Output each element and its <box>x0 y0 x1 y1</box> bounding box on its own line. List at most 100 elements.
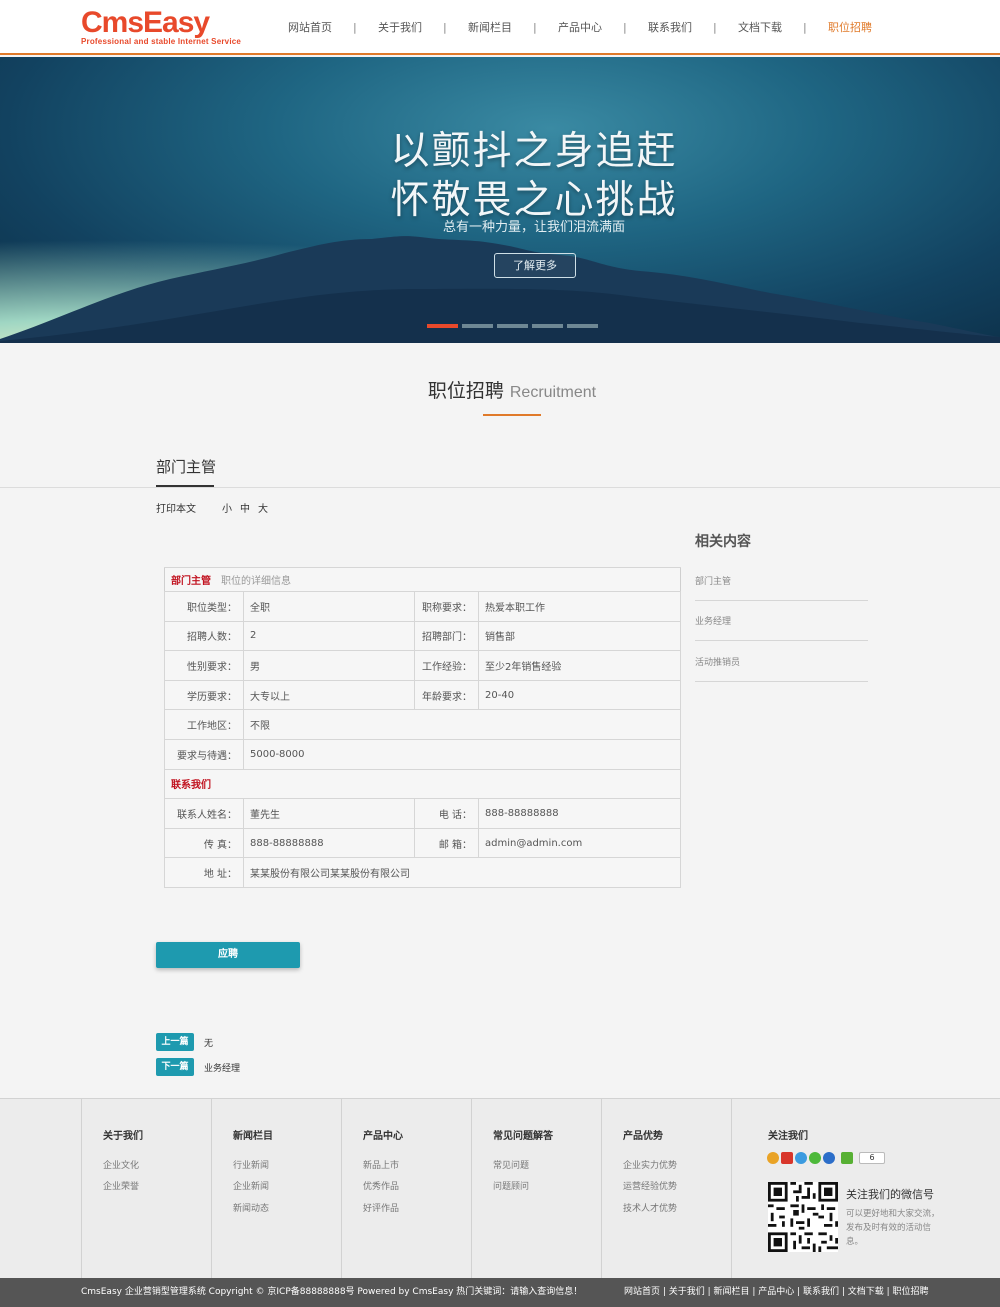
footer-column-title: 产品优势 <box>623 1131 663 1142</box>
field-value: 不限 <box>243 709 681 740</box>
share-count: 6 <box>859 1152 885 1164</box>
footer-link[interactable]: 技术人才优势 <box>623 1201 677 1214</box>
related-title: 相关内容 <box>695 534 751 550</box>
renren-icon[interactable] <box>823 1152 835 1164</box>
prev-label[interactable]: 上一篇 <box>156 1033 194 1051</box>
footer-column-products: 产品中心 新品上市 优秀作品 好评作品 <box>341 1099 471 1279</box>
field-label: 职位类型： <box>164 591 244 622</box>
field-label: 工作地区： <box>164 709 244 740</box>
field-value: 董先生 <box>243 798 415 829</box>
section-title: 职位招聘 Recruitment <box>0 376 1000 403</box>
footer-link[interactable]: 企业文化 <box>103 1158 139 1171</box>
field-value: 全职 <box>243 591 415 622</box>
apply-button[interactable]: 应聘 <box>156 942 300 968</box>
footer-column-title: 产品中心 <box>363 1131 403 1142</box>
footer-column-news: 新闻栏目 行业新闻 企业新闻 新闻动态 <box>211 1099 341 1279</box>
site-header: CmsEasy Professional and stable Internet… <box>0 0 1000 55</box>
section-underline <box>483 414 541 416</box>
logo-wordmark: CmsEasy <box>81 6 210 39</box>
bottom-nav-links[interactable]: 网站首页 | 关于我们 | 新闻栏目 | 产品中心 | 联系我们 | 文档下载 … <box>624 1278 929 1307</box>
footer-link[interactable]: 好评作品 <box>363 1201 399 1214</box>
wechat-icon[interactable] <box>809 1152 821 1164</box>
table-row: 要求与待遇： 5000-8000 <box>164 738 681 770</box>
table-row: 联系我们 <box>164 768 681 800</box>
learn-more-button[interactable]: 了解更多 <box>494 253 576 278</box>
footer-column-title: 新闻栏目 <box>233 1131 273 1142</box>
related-item[interactable]: 活动推销员 <box>695 655 868 682</box>
footer-link[interactable]: 新闻动态 <box>233 1201 269 1214</box>
wechat-qr-code <box>768 1182 838 1252</box>
related-item[interactable]: 部门主管 <box>695 574 868 601</box>
font-large-link[interactable]: 大 <box>258 500 268 515</box>
nav-jobs[interactable]: 职位招聘 <box>805 18 895 38</box>
footer-column-title: 关注我们 <box>768 1131 808 1142</box>
field-value: 某某股份有限公司某某股份有限公司 <box>243 857 681 888</box>
nav-home[interactable]: 网站首页 <box>265 18 355 38</box>
hero-banner: 以颤抖之身追赶 怀敬畏之心挑战 总有一种力量，让我们泪流满面 了解更多 <box>0 57 1000 343</box>
tencent-weibo-icon[interactable] <box>795 1152 807 1164</box>
banner-subtitle: 总有一种力量，让我们泪流满面 <box>442 220 625 235</box>
table-row: 传 真： 888-88888888 邮 箱： admin@admin.com <box>164 827 681 859</box>
footer-link[interactable]: 行业新闻 <box>233 1158 269 1171</box>
table-row: 职位类型： 全职 职称要求： 热爱本职工作 <box>164 591 681 622</box>
field-value: 2 <box>243 620 415 652</box>
field-label: 招聘人数： <box>164 620 244 652</box>
table-row: 招聘人数： 2 招聘部门： 销售部 <box>164 620 681 652</box>
banner-title-line1: 以颤抖之身追赶 <box>390 129 678 174</box>
nav-news[interactable]: 新闻栏目 <box>445 18 535 38</box>
footer-column-advantages: 产品优势 企业实力优势 运营经验优势 技术人才优势 <box>601 1099 731 1279</box>
slider-dot-3[interactable] <box>497 324 528 328</box>
site-logo[interactable]: CmsEasy Professional and stable Internet… <box>81 6 241 47</box>
field-value: 20-40 <box>478 679 681 711</box>
font-medium-link[interactable]: 中 <box>240 500 250 515</box>
field-label: 职称要求： <box>414 591 479 622</box>
wechat-qr-title: 关注我们的微信号 <box>846 1188 934 1201</box>
field-value: 销售部 <box>478 620 681 652</box>
slider-dot-2[interactable] <box>462 324 493 328</box>
field-label: 性别要求： <box>164 650 244 681</box>
footer-column-title: 关于我们 <box>103 1131 143 1142</box>
field-label: 学历要求： <box>164 679 244 711</box>
field-label: 邮 箱： <box>414 827 479 859</box>
slider-dot-4[interactable] <box>532 324 563 328</box>
footer-link[interactable]: 问题顾问 <box>493 1179 529 1192</box>
footer-link[interactable]: 常见问题 <box>493 1158 529 1171</box>
related-item[interactable]: 业务经理 <box>695 614 868 641</box>
footer-link[interactable]: 企业荣誉 <box>103 1179 139 1192</box>
footer-link[interactable]: 新品上市 <box>363 1158 399 1171</box>
next-article: 下一篇 业务经理 <box>156 1058 240 1076</box>
nav-downloads[interactable]: 文档下载 <box>715 18 805 38</box>
font-small-link[interactable]: 小 <box>222 500 232 515</box>
nav-products[interactable]: 产品中心 <box>535 18 625 38</box>
more-share-icon[interactable] <box>841 1152 853 1164</box>
page-title: 部门主管 <box>156 458 217 476</box>
footer-link[interactable]: 企业实力优势 <box>623 1158 677 1171</box>
footer-column-about: 关于我们 企业文化 企业荣誉 <box>81 1099 211 1279</box>
field-value: 男 <box>243 650 415 681</box>
print-link[interactable]: 打印本文 <box>156 500 196 515</box>
footer-link[interactable]: 企业新闻 <box>233 1179 269 1192</box>
footer-link[interactable]: 优秀作品 <box>363 1179 399 1192</box>
footer-link[interactable]: 运营经验优势 <box>623 1179 677 1192</box>
field-value: 888-88888888 <box>478 798 681 829</box>
contact-heading: 联系我们 <box>171 780 211 792</box>
weibo-icon[interactable] <box>781 1152 793 1164</box>
table-row: 学历要求： 大专以上 年龄要求： 20-40 <box>164 679 681 711</box>
next-label[interactable]: 下一篇 <box>156 1058 194 1076</box>
qzone-icon[interactable] <box>767 1152 779 1164</box>
job-detail-table: 部门主管 职位的详细信息 职位类型： 全职 职称要求： 热爱本职工作 招聘人数： … <box>164 567 681 888</box>
nav-about[interactable]: 关于我们 <box>355 18 445 38</box>
nav-contact[interactable]: 联系我们 <box>625 18 715 38</box>
field-value: 5000-8000 <box>243 738 681 770</box>
section-title-cn: 职位招聘 <box>427 380 504 402</box>
field-value: 至少2年销售经验 <box>478 650 681 681</box>
slider-dot-5[interactable] <box>567 324 598 328</box>
field-label: 要求与待遇： <box>164 738 244 770</box>
section-title-en: Recruitment <box>509 384 597 401</box>
table-row: 地 址： 某某股份有限公司某某股份有限公司 <box>164 857 681 888</box>
job-heading-note: 职位的详细信息 <box>221 576 291 587</box>
field-value: 热爱本职工作 <box>478 591 681 622</box>
job-heading: 部门主管 <box>171 576 211 587</box>
slider-dot-1[interactable] <box>427 324 458 328</box>
next-value[interactable]: 业务经理 <box>204 1061 240 1074</box>
